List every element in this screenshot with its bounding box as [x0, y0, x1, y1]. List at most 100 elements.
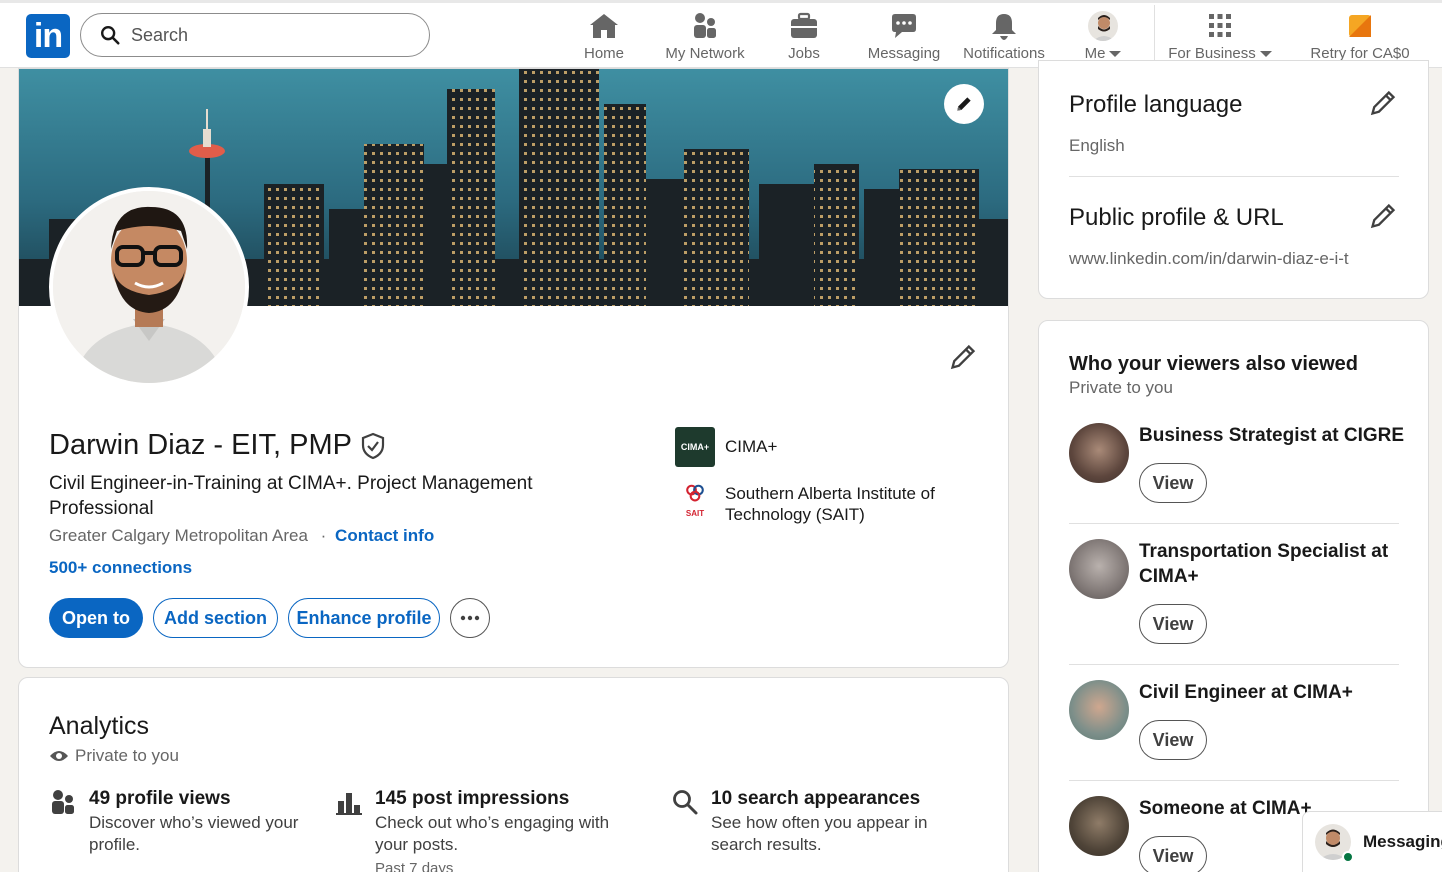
- viewer-divider: [1069, 780, 1399, 781]
- profile-name: Darwin Diaz - EIT, PMP: [49, 429, 352, 461]
- nav-me[interactable]: Me: [1078, 11, 1128, 67]
- nav-messaging-label: Messaging: [867, 45, 941, 62]
- top-navigation: in Home My Network Jobs Messaging Notifi…: [0, 0, 1442, 69]
- profile-photo-image: [53, 191, 245, 383]
- nav-messaging[interactable]: Messaging: [866, 11, 942, 67]
- viewer-avatar[interactable]: [1069, 796, 1129, 856]
- verified-shield-icon[interactable]: [360, 432, 386, 460]
- add-section-button[interactable]: Add section: [153, 598, 278, 638]
- network-icon: [694, 13, 716, 38]
- chevron-down-icon: [1259, 50, 1272, 57]
- metric-title: 49 profile views: [89, 788, 231, 809]
- profile-settings-card: Profile language English Public profile …: [1038, 60, 1429, 299]
- nav-premium-retry[interactable]: Retry for CA$0: [1306, 11, 1414, 67]
- bar-chart-icon: [336, 793, 362, 815]
- profile-photo[interactable]: [49, 187, 249, 387]
- more-actions-button[interactable]: [450, 598, 490, 638]
- nav-jobs-label: Jobs: [788, 45, 820, 62]
- view-profile-button[interactable]: View: [1139, 604, 1207, 644]
- metric-search-appearances[interactable]: 10 search appearances See how often you …: [671, 788, 961, 856]
- viewer-avatar[interactable]: [1069, 423, 1129, 483]
- viewer-divider: [1069, 523, 1399, 524]
- edit-url-pencil-icon[interactable]: [1369, 202, 1397, 230]
- viewer-avatar[interactable]: [1069, 539, 1129, 599]
- view-profile-button[interactable]: View: [1139, 836, 1207, 872]
- briefcase-icon: [791, 12, 817, 38]
- nav-notifications-label: Notifications: [963, 45, 1045, 62]
- viewers-subtitle: Private to you: [1069, 378, 1173, 397]
- metric-title: 10 search appearances: [711, 788, 921, 809]
- metric-post-impressions[interactable]: 145 post impressions Check out who’s eng…: [335, 788, 635, 872]
- viewer-title[interactable]: Civil Engineer at CIMA+: [1139, 680, 1409, 705]
- profile-headline: Civil Engineer-in-Training at CIMA+. Pro…: [49, 473, 533, 519]
- viewers-also-viewed-card: Who your viewers also viewed Private to …: [1038, 320, 1429, 872]
- search-box[interactable]: [80, 13, 430, 57]
- view-profile-button[interactable]: View: [1139, 720, 1207, 760]
- people-icon: [52, 790, 74, 814]
- edit-language-pencil-icon[interactable]: [1369, 89, 1397, 117]
- org-school-name: Southern Alberta Institute of Technology…: [725, 484, 935, 524]
- metric-title: 145 post impressions: [375, 788, 570, 809]
- profile-location-row: Greater Calgary Metropolitan Area · Cont…: [49, 526, 434, 546]
- metric-description: See how often you appear in search resul…: [711, 813, 928, 854]
- nav-my-network-label: My Network: [665, 45, 745, 62]
- enhance-profile-button[interactable]: Enhance profile: [288, 598, 440, 638]
- pencil-icon: [957, 97, 971, 111]
- search-icon: [673, 790, 698, 815]
- metric-description: Check out who’s engaging with your posts…: [375, 813, 610, 854]
- chevron-down-icon: [1109, 50, 1122, 57]
- messaging-label: Messaging: [1363, 832, 1442, 851]
- search-icon: [101, 26, 120, 45]
- online-status-dot: [1342, 851, 1354, 863]
- public-profile-url[interactable]: www.linkedin.com/in/darwin-diaz-e-i-t: [1069, 249, 1349, 269]
- chat-icon: [892, 14, 916, 38]
- metric-profile-views[interactable]: 49 profile views Discover who’s viewed y…: [49, 788, 319, 856]
- nav-my-network[interactable]: My Network: [662, 11, 748, 67]
- viewer-title[interactable]: Transportation Specialist at CIMA+: [1139, 539, 1409, 589]
- grid-icon: [1209, 14, 1231, 37]
- bell-icon: [992, 14, 1016, 40]
- edit-banner-button[interactable]: [944, 84, 984, 124]
- me-avatar: [1088, 11, 1118, 41]
- home-icon: [590, 14, 618, 38]
- linkedin-logo[interactable]: in: [26, 14, 70, 58]
- messaging-overlay-bar[interactable]: Messaging: [1302, 811, 1442, 872]
- sait-logo: SAIT: [675, 484, 715, 524]
- edit-intro-pencil-icon[interactable]: [949, 343, 977, 371]
- profile-card: Darwin Diaz - EIT, PMP Civil Engineer-in…: [18, 68, 1009, 668]
- eye-icon: [50, 751, 68, 761]
- cima-logo: CIMA+: [675, 427, 715, 467]
- viewer-title[interactable]: Business Strategist at CIGRE: [1139, 423, 1409, 448]
- premium-icon: [1349, 15, 1371, 37]
- viewer-divider: [1069, 664, 1399, 665]
- analytics-title: Analytics: [49, 712, 150, 740]
- view-profile-button[interactable]: View: [1139, 463, 1207, 503]
- nav-home-label: Home: [583, 45, 624, 62]
- org-company-name: CIMA+: [725, 437, 778, 456]
- nav-jobs[interactable]: Jobs: [774, 11, 834, 67]
- profile-name-row: Darwin Diaz - EIT, PMP: [49, 429, 386, 462]
- profile-location: Greater Calgary Metropolitan Area: [49, 526, 308, 545]
- nav-for-business[interactable]: For Business: [1168, 11, 1272, 67]
- nav-home[interactable]: Home: [572, 11, 636, 67]
- viewer-item: Civil Engineer at CIMA+ View: [1069, 680, 1428, 780]
- viewer-item: Transportation Specialist at CIMA+ View: [1069, 539, 1428, 659]
- analytics-card: Analytics Private to you 49 profile view…: [18, 677, 1009, 872]
- analytics-privacy: Private to you: [49, 746, 179, 766]
- connections-link[interactable]: 500+ connections: [49, 558, 192, 578]
- org-education[interactable]: SAIT Southern Alberta Institute of Techn…: [675, 483, 975, 525]
- profile-language-value: English: [1069, 136, 1125, 155]
- public-profile-title: Public profile & URL: [1069, 204, 1284, 231]
- metric-description: Discover who’s viewed your profile.: [89, 813, 299, 854]
- metric-period: Past 7 days: [375, 860, 454, 872]
- contact-info-link[interactable]: Contact info: [335, 526, 434, 545]
- nav-notifications[interactable]: Notifications: [960, 11, 1048, 67]
- more-dots-icon: [460, 615, 480, 621]
- viewer-avatar[interactable]: [1069, 680, 1129, 740]
- separator-dot: ·: [320, 526, 327, 545]
- search-input[interactable]: [131, 24, 411, 46]
- settings-divider: [1069, 176, 1399, 177]
- viewers-title: Who your viewers also viewed: [1069, 353, 1358, 375]
- org-current-company[interactable]: CIMA+ CIMA+: [675, 427, 777, 467]
- open-to-button[interactable]: Open to: [49, 598, 143, 638]
